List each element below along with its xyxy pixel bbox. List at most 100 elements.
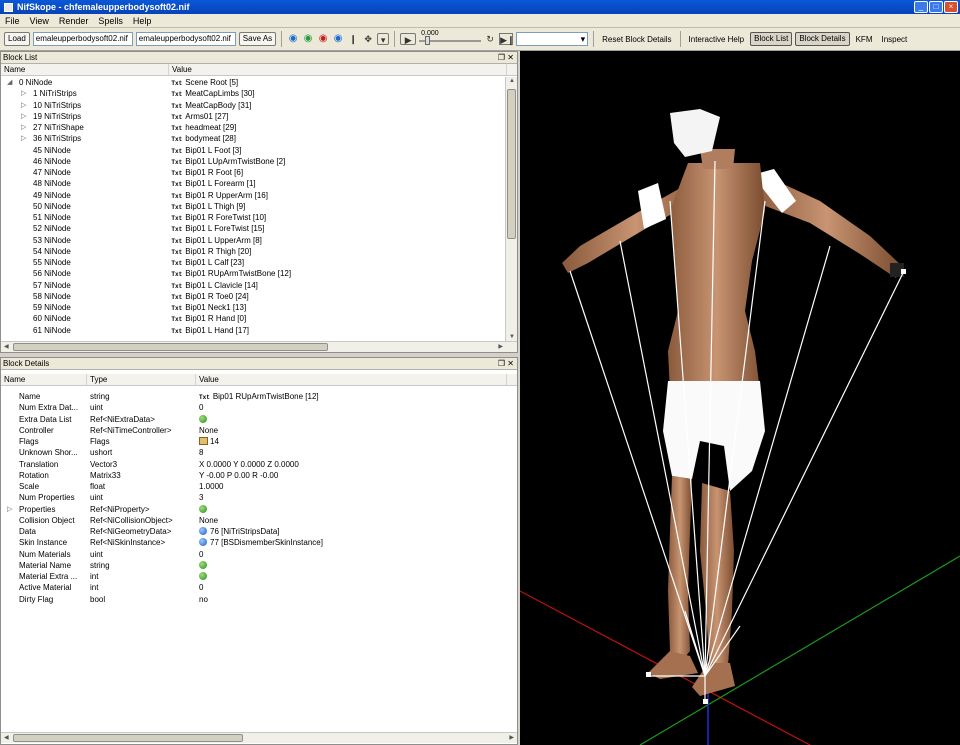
block-list-row[interactable]: 55 NiNode Txt Bip01 L Calf [23] [1, 257, 505, 268]
flags-icon[interactable] [199, 437, 208, 445]
collapse-icon[interactable]: ◢ [7, 77, 12, 88]
detail-row[interactable]: Material Extra ... int [1, 571, 517, 582]
column-name[interactable]: Name [1, 64, 169, 75]
menu-view[interactable]: View [25, 16, 54, 26]
interactive-help-button[interactable]: Interactive Help [686, 35, 748, 44]
panel-float-close-icons[interactable]: ❐ ✕ [498, 52, 514, 64]
detail-value[interactable] [196, 504, 507, 515]
block-list-row[interactable]: 56 NiNode Txt Bip01 RUpArmTwistBone [12] [1, 268, 505, 279]
detail-row[interactable]: Extra Data List Ref<NiExtraData> [1, 414, 517, 425]
menu-spells[interactable]: Spells [93, 16, 128, 26]
detail-value[interactable] [196, 414, 507, 425]
detail-row[interactable]: Num Properties uint 3 [1, 492, 517, 503]
array-icon[interactable] [199, 560, 207, 569]
detail-value[interactable]: 14 [196, 436, 507, 447]
detail-row[interactable]: Name string Txt Bip01 RUpArmTwistBone [12] [1, 391, 517, 402]
block-list-row[interactable]: 49 NiNode Txt Bip01 R UpperArm [16] [1, 190, 505, 201]
array-icon[interactable] [199, 572, 207, 580]
detail-value[interactable]: 0 [196, 402, 507, 413]
detail-row[interactable]: Flags Flags 14 [1, 436, 517, 447]
menu-render[interactable]: Render [54, 16, 94, 26]
minimize-button[interactable]: _ [914, 1, 928, 13]
block-list-row[interactable]: 59 NiNode Txt Bip01 Neck1 [13] [1, 302, 505, 313]
play-icon[interactable]: ▶ [400, 33, 417, 45]
block-list-row[interactable]: 60 NiNode Txt Bip01 R Hand [0] [1, 313, 505, 324]
block-list-row[interactable]: ▷ 19 NiTriStrips Txt Arms01 [27] [1, 111, 505, 122]
detail-row[interactable]: Skin Instance Ref<NiSkinInstance> 77 [BSDi… [1, 537, 517, 548]
detail-row[interactable]: Translation Vector3 X 0.0000 Y 0.0000 Z 0.… [1, 459, 517, 470]
expand-icon[interactable]: ▷ [21, 100, 26, 111]
detail-row[interactable]: Controller Ref<NiTimeController> None [1, 425, 517, 436]
block-list-row[interactable]: 58 NiNode Txt Bip01 R Toe0 [24] [1, 291, 505, 302]
detail-value[interactable]: 1.0000 [196, 481, 507, 492]
detail-value[interactable]: 0 [196, 549, 507, 560]
detail-row[interactable]: Collision Object Ref<NiCollisionObject> No… [1, 515, 517, 526]
detail-value[interactable]: Txt Bip01 RUpArmTwistBone [12] [196, 391, 507, 402]
block-list-row[interactable]: ▷ 27 NiTriShape Txt headmeat [29] [1, 122, 505, 133]
detail-value[interactable]: 0 [196, 582, 507, 593]
block-list-row[interactable]: 54 NiNode Txt Bip01 R Thigh [20] [1, 246, 505, 257]
menu-help[interactable]: Help [128, 16, 157, 26]
detail-value[interactable]: None [196, 425, 507, 436]
panel-float-close-icons[interactable]: ❐ ✕ [498, 358, 514, 370]
menu-file[interactable]: File [0, 16, 25, 26]
close-button[interactable]: × [944, 1, 958, 13]
block-list-row[interactable]: ◢ 0 NiNode Txt Scene Root [5] [1, 77, 505, 88]
detail-row[interactable]: Dirty Flag bool no [1, 594, 517, 605]
block-list-row[interactable]: 53 NiNode Txt Bip01 L UpperArm [8] [1, 235, 505, 246]
block-list-row[interactable]: 51 NiNode Txt Bip01 R ForeTwist [10] [1, 212, 505, 223]
block-list-row[interactable]: ▷ 10 NiTriStrips Txt MeatCapBody [31] [1, 100, 505, 111]
array-icon[interactable] [199, 414, 207, 423]
block-list-row[interactable]: 57 NiNode Txt Bip01 L Clavicle [14] [1, 280, 505, 291]
detail-value[interactable]: 3 [196, 492, 507, 503]
block-list-hscroll[interactable]: ◀ ▶ [1, 341, 517, 352]
switch-icon[interactable]: ▶❙ [499, 33, 515, 45]
array-icon[interactable] [199, 504, 207, 513]
detail-value[interactable]: 8 [196, 447, 507, 458]
expand-icon[interactable]: ▷ [21, 111, 26, 122]
block-list-row[interactable]: 48 NiNode Txt Bip01 L Forearm [1] [1, 178, 505, 189]
detail-row[interactable]: Active Material int 0 [1, 582, 517, 593]
expand-icon[interactable]: ▷ [21, 88, 26, 99]
block-details-hscroll[interactable]: ◀ ▶ [1, 732, 517, 743]
load-button[interactable]: Load [4, 32, 30, 46]
block-list-row[interactable]: 52 NiNode Txt Bip01 L ForeTwist [15] [1, 223, 505, 234]
view-front-icon[interactable]: ◉ [302, 33, 314, 45]
walk-mode-icon[interactable]: ❙ [347, 33, 359, 45]
block-list-row[interactable]: 61 NiNode Txt Bip01 L Hand [17] [1, 325, 505, 336]
detail-row[interactable]: Rotation Matrix33 Y -0.00 P 0.00 R -0.00 [1, 470, 517, 481]
move-icon[interactable]: ✥ [362, 33, 374, 45]
detail-value[interactable]: Y -0.00 P 0.00 R -0.00 [196, 470, 507, 481]
detail-row[interactable]: Unknown Shor... ushort 8 [1, 447, 517, 458]
block-list-row[interactable]: 46 NiNode Txt Bip01 LUpArmTwistBone [2] [1, 156, 505, 167]
scene-render[interactable] [520, 51, 960, 745]
block-list-row[interactable]: ▷ 36 NiTriStrips Txt bodymeat [28] [1, 133, 505, 144]
block-details-toggle[interactable]: Block Details [795, 32, 850, 46]
block-list-row[interactable]: 50 NiNode Txt Bip01 L Thigh [9] [1, 201, 505, 212]
view-side-icon[interactable]: ◉ [317, 33, 329, 45]
view-top-icon[interactable]: ◉ [287, 33, 299, 45]
column-type[interactable]: Type [87, 374, 196, 385]
detail-value[interactable]: None [196, 515, 507, 526]
detail-value[interactable]: 76 [NiTriStripsData] [196, 526, 507, 537]
detail-row[interactable]: Num Materials uint 0 [1, 549, 517, 560]
detail-row[interactable]: Scale float 1.0000 [1, 481, 517, 492]
detail-value[interactable]: X 0.0000 Y 0.0000 Z 0.0000 [196, 459, 507, 470]
time-slider[interactable]: 0.000 [419, 30, 482, 46]
detail-row[interactable]: Data Ref<NiGeometryData> 76 [NiTriStripsDa… [1, 526, 517, 537]
block-list-vscroll[interactable]: ▲ ▼ [505, 77, 517, 341]
expand-icon[interactable]: ▷ [21, 122, 26, 133]
block-list-row[interactable]: 47 NiNode Txt Bip01 R Foot [6] [1, 167, 505, 178]
detail-value[interactable] [196, 571, 507, 582]
link-icon[interactable] [199, 538, 207, 547]
detail-row[interactable]: ▷ Properties Ref<NiProperty> [1, 504, 517, 515]
kfm-toggle[interactable]: KFM [853, 35, 876, 44]
loop-icon[interactable]: ↻ [484, 33, 496, 45]
save-path-field[interactable]: emaleupperbodysoft02.nif [135, 32, 236, 46]
detail-value[interactable]: no [196, 594, 507, 605]
link-icon[interactable] [199, 527, 207, 535]
column-value[interactable]: Value [196, 374, 507, 385]
block-list-row[interactable]: ▷ 1 NiTriStrips Txt MeatCapLimbs [30] [1, 88, 505, 99]
block-list-toggle[interactable]: Block List [750, 32, 793, 46]
column-value[interactable]: Value [169, 64, 507, 75]
